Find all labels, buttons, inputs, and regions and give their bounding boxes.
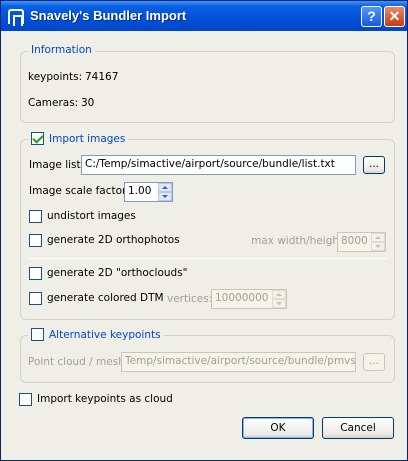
alternative-keypoints-group-title[interactable]: Alternative keypoints (28, 328, 164, 341)
import-images-label: Import images (49, 132, 126, 145)
image-scale-factor-value: 1.00 (128, 185, 152, 197)
max-size-label: max width/height (251, 235, 344, 247)
dialog-window: Snavely's Bundler Import ? ✕ Information… (0, 0, 408, 461)
generate-orthophotos-label: generate 2D orthophotos (47, 234, 180, 246)
vertices-value: 10000000 (215, 292, 269, 304)
spin-down-arrow-icon[interactable] (371, 242, 385, 251)
undistort-images-label: undistort images (47, 210, 136, 222)
generate-orthoclouds-checkbox[interactable] (29, 267, 42, 280)
generate-colored-dtm-checkbox[interactable] (29, 292, 42, 305)
spin-up-arrow-icon[interactable] (272, 290, 286, 299)
generate-orthoclouds-label: generate 2D "orthoclouds" (47, 267, 188, 279)
window-title: Snavely's Bundler Import (30, 8, 187, 23)
spin-down-arrow-icon[interactable] (272, 299, 286, 308)
image-scale-factor-spinbox[interactable]: 1.00 (124, 182, 173, 202)
image-scale-factor-label: Image scale factor (29, 185, 127, 197)
cameras-value: 30 (81, 97, 95, 109)
help-button[interactable]: ? (361, 6, 382, 27)
app-icon (8, 9, 24, 26)
import-keypoints-as-cloud-checkbox[interactable] (19, 393, 32, 406)
vertices-label: vertices: (167, 293, 213, 305)
spin-up-arrow-icon[interactable] (158, 183, 172, 192)
keypoints-label: keypoints: (28, 71, 83, 83)
point-cloud-browse-button[interactable]: ... (363, 353, 385, 371)
point-cloud-mesh-field[interactable]: Temp/simactive/airport/source/bundle/pmv… (121, 352, 356, 372)
import-keypoints-as-cloud-label: Import keypoints as cloud (37, 393, 173, 405)
alternative-keypoints-checkbox[interactable] (31, 328, 44, 341)
import-images-group-title[interactable]: Import images (28, 132, 129, 145)
generate-orthophotos-checkbox[interactable] (29, 234, 42, 247)
keypoints-value: 74167 (85, 71, 119, 83)
cancel-button[interactable]: Cancel (322, 417, 394, 439)
separator-line (29, 258, 387, 259)
undistort-images-checkbox[interactable] (29, 210, 42, 223)
image-list-label: Image list (29, 159, 81, 171)
cameras-label: Cameras: (28, 97, 79, 109)
close-button[interactable]: ✕ (384, 6, 405, 27)
title-bar[interactable]: Snavely's Bundler Import ? ✕ (1, 1, 407, 31)
point-cloud-mesh-label: Point cloud / mesh (28, 356, 125, 368)
information-group: Information (20, 44, 395, 123)
image-list-browse-button[interactable]: ... (363, 156, 385, 174)
import-images-checkbox[interactable] (31, 132, 44, 145)
max-size-spinbox[interactable]: 8000 (337, 232, 386, 252)
spin-up-arrow-icon[interactable] (371, 233, 385, 242)
alternative-keypoints-label: Alternative keypoints (49, 328, 161, 341)
vertices-spinbox[interactable]: 10000000 (211, 289, 287, 309)
information-group-title: Information (28, 44, 95, 56)
max-size-value: 8000 (341, 235, 368, 247)
spin-down-arrow-icon[interactable] (158, 192, 172, 201)
generate-colored-dtm-label: generate colored DTM (47, 292, 164, 304)
ok-button[interactable]: OK (242, 417, 314, 439)
image-list-field[interactable]: C:/Temp/simactive/airport/source/bundle/… (81, 155, 356, 175)
